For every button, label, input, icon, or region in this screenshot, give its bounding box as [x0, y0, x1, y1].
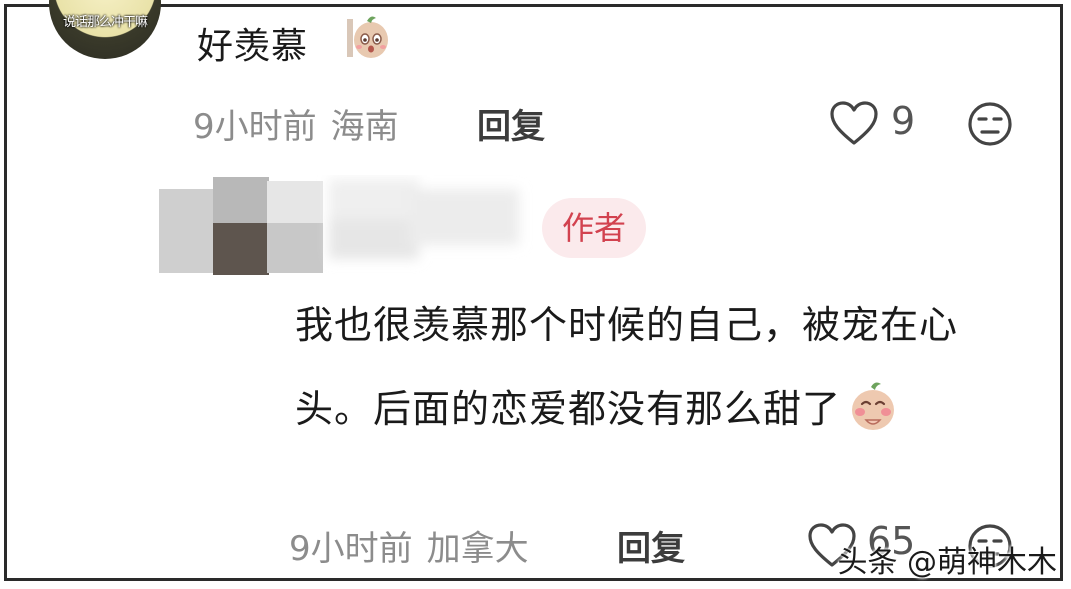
comment-text: 好羡慕: [197, 17, 308, 69]
comment-body: 好羡慕: [197, 26, 309, 67]
mosaic-blur: [159, 177, 519, 275]
watermark: 头条 @萌神木木: [837, 545, 1057, 580]
meh-face-icon[interactable]: [967, 101, 1013, 147]
comment-reply-button[interactable]: 回复: [477, 99, 545, 148]
reply-text: 我也很羡慕那个时候的自己，被宠在心头。后面的恋爱都没有那么甜了: [295, 283, 1025, 451]
comment-location: 海南: [330, 107, 399, 147]
commenter-avatar[interactable]: 说话那么冲干嘛: [49, 0, 161, 59]
reply-time: 9小时前: [289, 529, 413, 569]
comment-thread: 说话那么冲干嘛 好羡慕 9小时前 海南 回复 9 作者 我也很羡慕那个时候的自己…: [4, 0, 1063, 581]
author-identity-blurred[interactable]: [159, 175, 539, 275]
happy-sticker-emoji: [852, 382, 895, 430]
reply-meta: 9小时前 加拿大: [289, 521, 529, 570]
comment-like-count: 9: [891, 99, 916, 143]
author-badge: 作者: [542, 198, 646, 258]
comment-time: 9小时前: [193, 107, 317, 147]
reply-reply-button[interactable]: 回复: [617, 521, 685, 570]
avatar-caption: 说话那么冲干嘛: [62, 15, 148, 30]
like-heart-icon[interactable]: [829, 101, 879, 147]
reply-location: 加拿大: [426, 529, 529, 569]
shy-sticker-emoji: [347, 16, 388, 58]
comment-meta: 9小时前 海南: [193, 99, 399, 148]
